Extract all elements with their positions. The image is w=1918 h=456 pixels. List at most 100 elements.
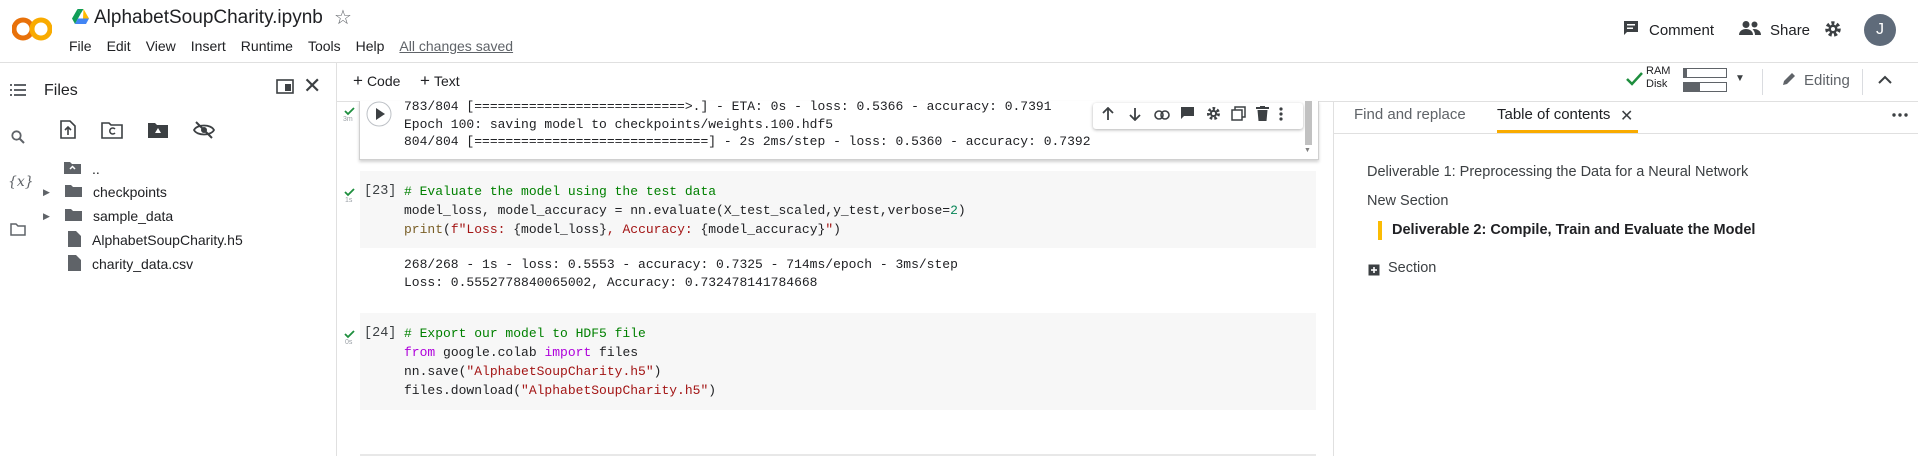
resources-dropdown-icon[interactable]: ▼	[1735, 73, 1745, 84]
code-string: "	[825, 222, 834, 237]
cell-output: 268/268 - 1s - loss: 0.5553 - accuracy: …	[404, 256, 958, 291]
code-string: f"Loss:	[450, 222, 514, 237]
add-text-button[interactable]: + Text	[420, 71, 460, 91]
code-text: )	[653, 364, 662, 379]
file-icon	[68, 230, 81, 250]
output-line: 783/804 [===========================>.] …	[404, 99, 1052, 114]
menu-file[interactable]: File	[69, 38, 92, 54]
table-of-contents-icon[interactable]	[8, 83, 28, 103]
menu-insert[interactable]: Insert	[191, 38, 226, 54]
menu-help[interactable]: Help	[356, 38, 385, 54]
add-code-button[interactable]: + Code	[353, 71, 400, 91]
delete-icon[interactable]	[1256, 106, 1269, 126]
drive-icon	[72, 9, 89, 29]
mirror-cell-icon[interactable]	[1231, 106, 1246, 126]
left-rail	[0, 63, 36, 456]
save-status[interactable]: All changes saved	[399, 38, 513, 54]
file-name: sample_data	[93, 208, 174, 224]
comment-label: Comment	[1649, 21, 1715, 39]
toolbar-divider	[1862, 69, 1863, 95]
menu-tools[interactable]: Tools	[308, 38, 341, 54]
gear-icon[interactable]	[1206, 106, 1221, 126]
pencil-icon	[1782, 71, 1797, 90]
cell-toolbar	[1093, 103, 1303, 129]
ram-bar	[1683, 68, 1727, 78]
people-icon	[1739, 20, 1761, 40]
close-icon[interactable]: ✕	[303, 75, 321, 97]
variables-icon[interactable]: {x}	[8, 174, 34, 194]
toolbar-divider	[1762, 69, 1763, 95]
menu-bar: File Edit View Insert Runtime Tools Help…	[69, 38, 528, 54]
comment-icon	[1622, 19, 1640, 41]
move-up-icon[interactable]	[1101, 106, 1115, 126]
code-number: 2	[950, 203, 958, 218]
code-text: {model_accuracy}	[700, 222, 826, 237]
more-vert-icon[interactable]	[1279, 106, 1283, 126]
cell-source[interactable]: # Evaluate the model using the test data…	[404, 182, 966, 239]
tab-find-and-replace[interactable]: Find and replace	[1354, 106, 1466, 123]
code-text: (	[443, 222, 451, 237]
more-horiz-icon[interactable]	[1892, 104, 1908, 122]
close-tab-icon[interactable]: ✕	[1620, 106, 1633, 126]
colab-logo-icon[interactable]	[11, 14, 53, 44]
expand-icon[interactable]: ▶	[43, 187, 53, 198]
avatar[interactable]: J	[1864, 14, 1896, 46]
file-item-sample-data[interactable]: ▶ sample_data	[43, 205, 173, 227]
cell-output: 783/804 [===========================>.] …	[404, 98, 1091, 151]
expand-icon[interactable]: ▶	[43, 211, 53, 222]
ram-label: RAM	[1646, 65, 1671, 77]
file-name: charity_data.csv	[92, 256, 194, 272]
share-button[interactable]: Share	[1739, 18, 1810, 42]
editing-mode-button[interactable]: Editing	[1782, 71, 1850, 90]
output-line: 268/268 - 1s - loss: 0.5553 - accuracy: …	[404, 257, 958, 272]
toc-item-new-section[interactable]: New Section	[1367, 193, 1448, 209]
star-icon[interactable]: ☆	[334, 5, 352, 30]
connected-check-icon	[1626, 72, 1643, 91]
output-line: 804/804 [==============================]…	[404, 134, 1091, 149]
folder-icon[interactable]	[8, 223, 28, 243]
add-text-label: Text	[433, 73, 460, 89]
folder-up-icon	[64, 161, 81, 177]
code-text: nn.save(	[404, 364, 467, 379]
file-item-checkpoints[interactable]: ▶ checkpoints	[43, 181, 167, 203]
toc-item-deliverable-2[interactable]: Deliverable 2: Compile, Train and Evalua…	[1392, 222, 1755, 238]
open-in-tab-icon[interactable]	[276, 79, 294, 99]
file-name: ..	[92, 161, 100, 177]
comment-icon[interactable]	[1180, 106, 1195, 126]
mount-drive-icon[interactable]	[147, 121, 169, 144]
search-icon[interactable]	[8, 130, 28, 150]
run-cell-icon[interactable]	[366, 101, 392, 132]
code-text: model_loss, model_accuracy = nn.evaluate…	[404, 203, 951, 218]
notebook-toolbar	[337, 63, 1918, 102]
chevron-up-icon[interactable]	[1878, 72, 1892, 90]
tab-table-of-contents[interactable]: Table of contents	[1497, 106, 1610, 123]
menu-edit[interactable]: Edit	[107, 38, 131, 54]
comment-button[interactable]: Comment	[1622, 18, 1714, 42]
hide-files-icon[interactable]	[192, 120, 216, 145]
file-item-parent[interactable]: ..	[64, 158, 100, 180]
resources-indicator[interactable]: RAM Disk	[1646, 65, 1670, 91]
exec-count: [23]	[364, 184, 397, 199]
cell-source[interactable]: # Export our model to HDF5 file from goog…	[404, 324, 716, 400]
output-scrollbar[interactable]: ▼	[1303, 101, 1314, 159]
notebook-title[interactable]: AlphabetSoupCharity.ipynb	[94, 7, 323, 29]
file-name: checkpoints	[93, 184, 167, 200]
file-item-h5[interactable]: AlphabetSoupCharity.h5	[68, 229, 243, 251]
toc-item-section[interactable]: Section	[1388, 260, 1436, 276]
link-icon[interactable]	[1154, 107, 1170, 125]
exec-time: 0s	[345, 339, 353, 346]
menu-runtime[interactable]: Runtime	[241, 38, 293, 54]
code-text: files.download(	[404, 383, 522, 398]
active-tab-indicator	[1497, 130, 1638, 133]
toc-active-indicator	[1378, 221, 1382, 240]
upload-file-icon[interactable]	[60, 120, 76, 144]
menu-view[interactable]: View	[146, 38, 176, 54]
gear-icon[interactable]	[1824, 20, 1842, 43]
toc-item-deliverable-1[interactable]: Deliverable 1: Preprocessing the Data fo…	[1367, 164, 1748, 180]
move-down-icon[interactable]	[1128, 107, 1142, 126]
file-item-csv[interactable]: charity_data.csv	[68, 253, 193, 275]
code-keyword: from	[404, 345, 436, 360]
refresh-folder-icon[interactable]	[101, 121, 123, 144]
expand-section-icon[interactable]	[1368, 263, 1380, 281]
output-line: Epoch 100: saving model to checkpoints/w…	[404, 116, 834, 132]
